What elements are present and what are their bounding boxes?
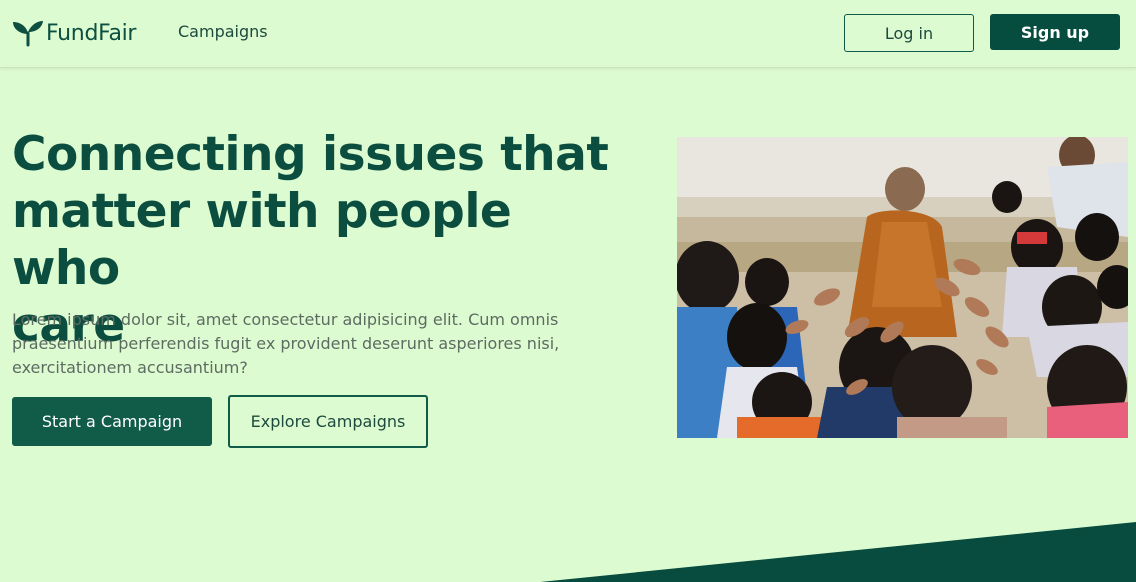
start-campaign-button[interactable]: Start a Campaign bbox=[12, 397, 212, 446]
signup-button[interactable]: Sign up bbox=[990, 14, 1120, 50]
logo-text: FundFair bbox=[46, 20, 137, 46]
explore-campaigns-button[interactable]: Explore Campaigns bbox=[228, 395, 428, 448]
hero-image bbox=[677, 137, 1128, 438]
logo[interactable]: FundFair bbox=[12, 18, 136, 48]
hero-title-line: Connecting issues that bbox=[12, 127, 609, 182]
hero-description: Lorem ipsum dolor sit, amet consectetur … bbox=[12, 310, 560, 377]
sprout-icon bbox=[13, 21, 43, 47]
nav-campaigns-link[interactable]: Campaigns bbox=[178, 22, 268, 41]
hero-title-line: matter with people who bbox=[12, 184, 512, 296]
site-header: FundFair Campaigns Log in Sign up bbox=[0, 0, 1136, 68]
login-button[interactable]: Log in bbox=[844, 14, 974, 52]
